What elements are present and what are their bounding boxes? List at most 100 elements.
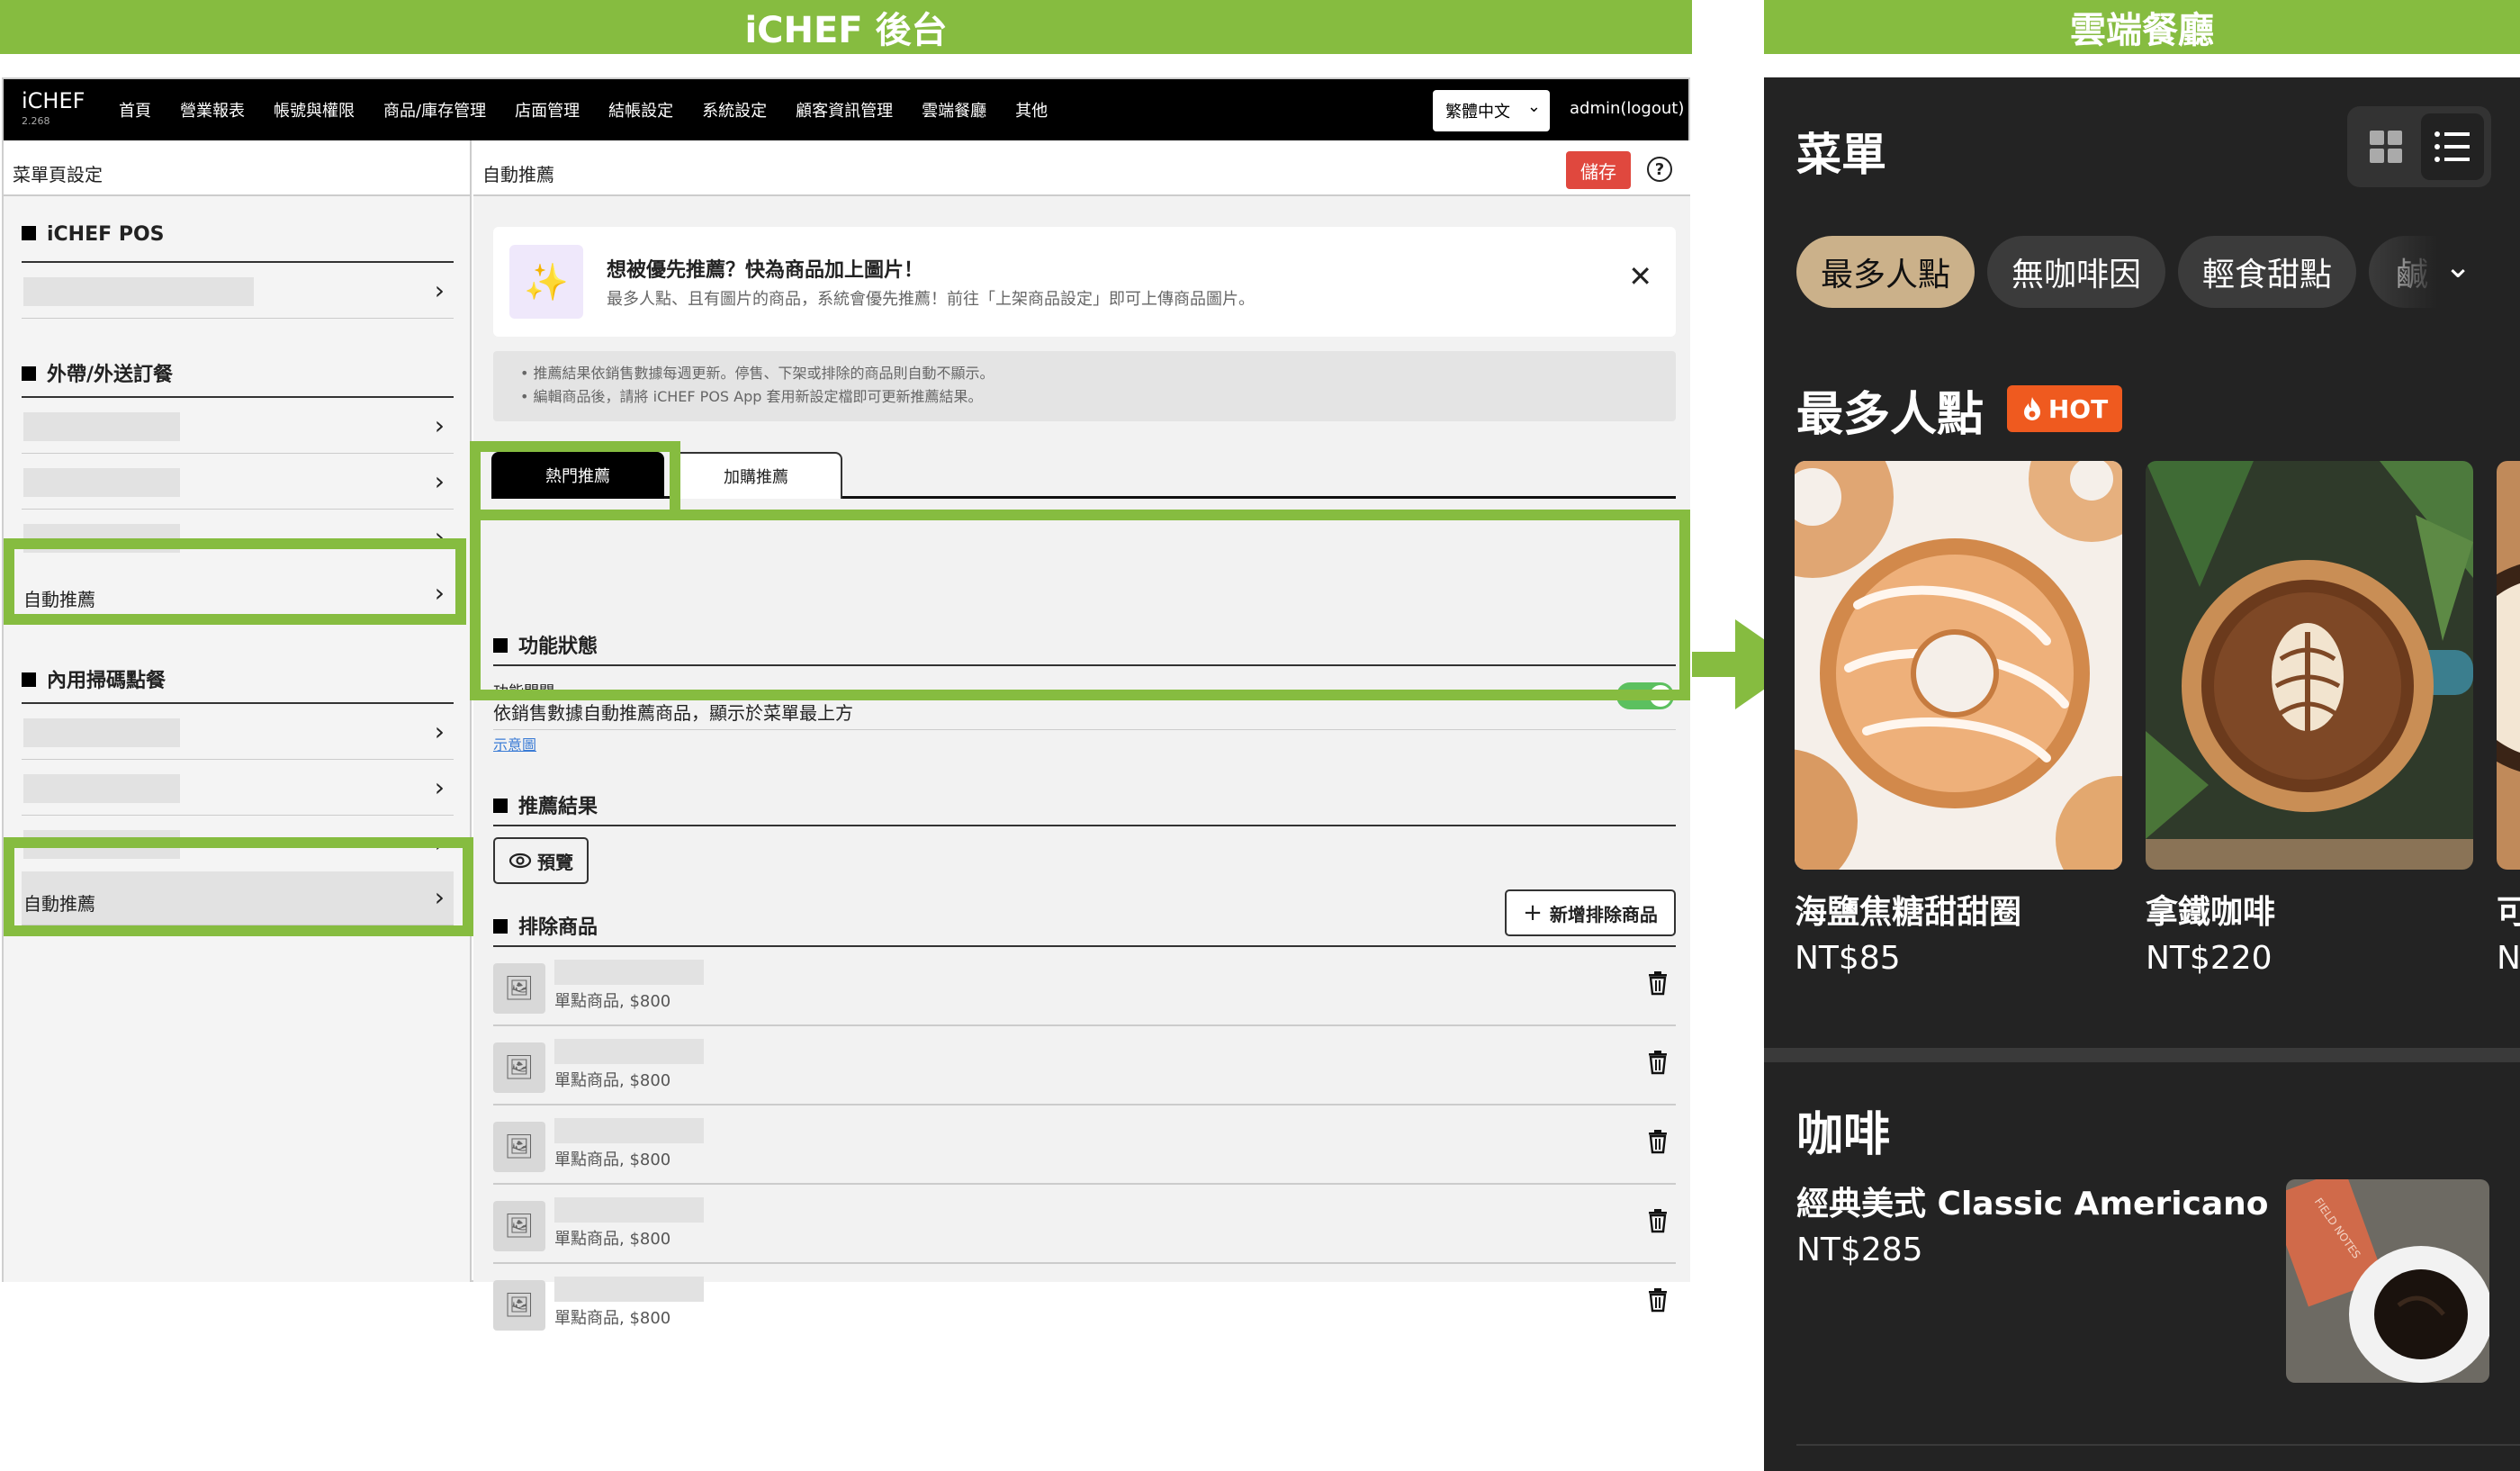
section-label: 內用掃碼點餐 <box>47 670 166 692</box>
square-bullet-icon <box>493 919 508 934</box>
sidebar-title: 菜單頁設定 <box>4 140 470 196</box>
sidebar-item[interactable]: › <box>22 706 454 760</box>
placeholder-bar <box>554 1197 704 1223</box>
americano-photo: FIELD NOTES <box>2286 1179 2489 1383</box>
logout-link[interactable]: admin(logout) <box>1570 99 1684 118</box>
chevron-right-icon: › <box>434 717 445 746</box>
main-content: 自動推薦 儲存 ? ✨ 想被優先推薦？快為商品加上圖片！ 最多人點、且有圖片的商… <box>473 140 1690 1331</box>
list-icon <box>2434 131 2470 162</box>
product-card-latte[interactable] <box>2146 461 2473 870</box>
nav-item-system[interactable]: 系統設定 <box>702 98 767 122</box>
cloud-restaurant-screen: 菜單 最多人點 無咖啡因 輕食甜點 鹹 ⌄ 最多人點 HOT <box>1764 77 2520 1471</box>
nav-item-customers[interactable]: 顧客資訊管理 <box>796 98 893 122</box>
chevron-down-icon: ⌄ <box>1526 97 1541 116</box>
tab-addon-recommend[interactable]: 加購推薦 <box>670 452 842 499</box>
chevron-right-icon: › <box>434 411 445 440</box>
section-label: 外帶/外送訂餐 <box>47 364 174 386</box>
view-toggle <box>2347 106 2491 187</box>
hot-section-title: 最多人點 <box>1796 388 1984 442</box>
page-header: 自動推薦 <box>473 140 1690 196</box>
nav-item-products[interactable]: 商品/庫存管理 <box>383 98 486 122</box>
highlight-status <box>470 510 1690 700</box>
grid-view-button[interactable] <box>2354 113 2417 180</box>
exclude-heading: 排除商品 <box>493 911 598 940</box>
image-tip-card: ✨ 想被優先推薦？快為商品加上圖片！ 最多人點、且有圖片的商品，系統會優先推薦！… <box>493 227 1676 337</box>
section-ichef-pos: iCHEF POS <box>22 223 165 246</box>
trash-icon[interactable] <box>1647 970 1669 996</box>
sidebar-item[interactable]: › <box>22 762 454 816</box>
top-nav: iCHEF 2.268 首頁 營業報表 帳號與權限 商品/庫存管理 店面管理 結帳… <box>4 79 1688 140</box>
nav-item-reports[interactable]: 營業報表 <box>180 98 245 122</box>
hot-badge-label: HOT <box>2048 393 2109 424</box>
trash-icon[interactable] <box>1647 1050 1669 1075</box>
trash-icon[interactable] <box>1647 1287 1669 1313</box>
heading-label: 推薦結果 <box>518 796 598 818</box>
chevron-down-icon[interactable]: ⌄ <box>2444 248 2471 285</box>
language-value: 繁體中文 <box>1445 103 1510 122</box>
nav-item-other[interactable]: 其他 <box>1015 98 1048 122</box>
product-price: N <box>2497 940 2520 977</box>
image-placeholder-icon: 🖼 <box>493 1280 545 1331</box>
add-exclude-button[interactable]: + 新增排除商品 <box>1505 889 1676 936</box>
section-label: iCHEF POS <box>47 223 165 246</box>
excluded-item-row: 🖼 單點商品, $800 <box>493 1264 1676 1343</box>
page-title: 自動推薦 <box>482 164 554 185</box>
divider <box>493 729 1676 730</box>
placeholder-bar <box>23 718 180 747</box>
sidebar-item[interactable]: › <box>22 456 454 510</box>
chip-most-ordered[interactable]: 最多人點 <box>1796 236 1975 308</box>
hot-badge: HOT <box>2007 385 2122 432</box>
item-subtitle: 單點商品, $800 <box>554 1309 671 1328</box>
chevron-right-icon: › <box>434 275 445 305</box>
list-view-button[interactable] <box>2421 113 2484 180</box>
cloud-banner-label: 雲端餐廳 <box>2070 10 2214 51</box>
highlight-tab <box>470 441 680 513</box>
cloud-banner: 雲端餐廳 <box>1764 0 2520 54</box>
save-button[interactable]: 儲存 <box>1566 151 1631 189</box>
sidebar-item[interactable]: › <box>22 400 454 454</box>
divider <box>493 825 1676 826</box>
close-icon[interactable]: ✕ <box>1628 259 1652 293</box>
donut-image <box>1795 461 2122 870</box>
product-name: 拿鐵咖啡 <box>2146 894 2276 931</box>
square-bullet-icon <box>22 366 36 381</box>
placeholder-bar <box>23 774 180 803</box>
highlight-sidebar-dinein <box>4 837 473 936</box>
excluded-item-row: 🖼 單點商品, $800 <box>493 947 1676 1026</box>
nav-item-accounts[interactable]: 帳號與權限 <box>274 98 355 122</box>
americano-image[interactable]: FIELD NOTES <box>2286 1179 2489 1383</box>
product-card-donut[interactable] <box>1795 461 2122 870</box>
nav-item-checkout[interactable]: 結帳設定 <box>608 98 673 122</box>
item-subtitle: 單點商品, $800 <box>554 1071 671 1090</box>
placeholder-bar <box>554 1277 704 1302</box>
excluded-item-row: 🖼 單點商品, $800 <box>493 1106 1676 1185</box>
example-link[interactable]: 示意圖 <box>493 733 536 754</box>
chip-light-dessert[interactable]: 輕食甜點 <box>2178 236 2356 308</box>
preview-button[interactable]: 預覽 <box>493 837 589 884</box>
excluded-item-row: 🖼 單點商品, $800 <box>493 1185 1676 1264</box>
placeholder-bar <box>554 1118 704 1143</box>
trash-icon[interactable] <box>1647 1129 1669 1154</box>
product-card-partial[interactable] <box>2497 461 2520 870</box>
note-item: • 推薦結果依銷售數據每週更新。停售、下架或排除的商品則自動不顯示。 <box>520 365 994 382</box>
chip-decaf[interactable]: 無咖啡因 <box>1987 236 2165 308</box>
heading-label: 排除商品 <box>518 916 598 939</box>
eye-icon <box>508 853 532 869</box>
tip-description: 最多人點、且有圖片的商品，系統會優先推薦！前往「上架商品設定」即可上傳商品圖片。 <box>607 290 1255 309</box>
help-icon[interactable]: ? <box>1647 157 1672 182</box>
note-item: • 編輯商品後，請將 iCHEF POS App 套用新設定檔即可更新推薦結果。 <box>520 388 983 405</box>
ichef-logo[interactable]: iCHEF 2.268 <box>22 88 85 127</box>
language-select[interactable]: 繁體中文 ⌄ <box>1433 90 1550 131</box>
item-subtitle: 單點商品, $800 <box>554 992 671 1011</box>
flame-icon <box>2023 397 2040 420</box>
sidebar-item[interactable]: › <box>22 265 454 319</box>
nav-item-home[interactable]: 首頁 <box>119 98 151 122</box>
placeholder-bar <box>23 277 254 306</box>
trash-icon[interactable] <box>1647 1208 1669 1233</box>
nav-item-store[interactable]: 店面管理 <box>515 98 580 122</box>
plus-icon: + <box>1523 899 1543 926</box>
placeholder-bar <box>23 468 180 497</box>
nav-item-cloud[interactable]: 雲端餐廳 <box>922 98 986 122</box>
image-placeholder-icon: 🖼 <box>493 963 545 1014</box>
tip-title: 想被優先推薦？快為商品加上圖片！ <box>607 259 924 282</box>
